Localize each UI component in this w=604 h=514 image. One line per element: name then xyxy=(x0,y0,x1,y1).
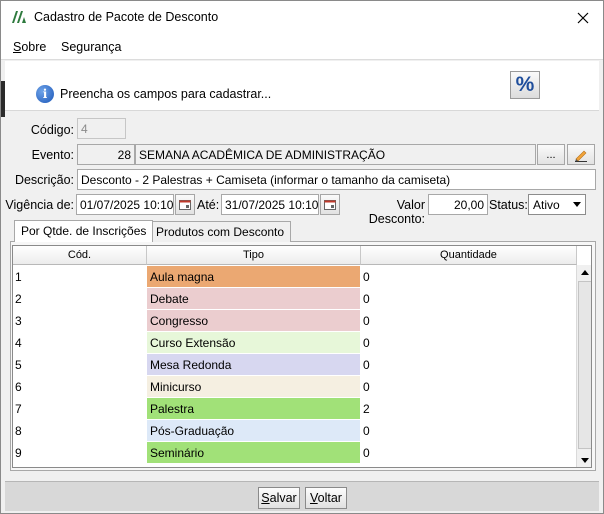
vigencia-ate-field[interactable]: 31/07/2025 10:10 xyxy=(221,194,319,215)
cell-quantidade[interactable]: 0 xyxy=(361,442,577,464)
column-header-quantidade[interactable]: Quantidade xyxy=(361,246,577,265)
evento-name-field[interactable]: SEMANA ACADÊMICA DE ADMINISTRAÇÃO xyxy=(135,144,536,165)
cell-tipo[interactable]: Aula magna xyxy=(147,266,360,288)
cell-tipo[interactable]: Debate xyxy=(147,288,360,310)
info-icon: i xyxy=(36,85,54,103)
table-row[interactable]: 1 Aula magna 0 xyxy=(13,266,577,288)
status-select[interactable]: Ativo xyxy=(528,194,586,215)
cell-quantidade[interactable]: 0 xyxy=(361,420,577,442)
cell-tipo[interactable]: Pós-Graduação xyxy=(147,420,360,442)
cell-cod[interactable]: 9 xyxy=(13,442,147,464)
evento-edit-button[interactable] xyxy=(567,144,595,165)
voltar-button[interactable]: Voltar xyxy=(305,487,347,509)
calendar-icon xyxy=(179,199,191,210)
table-row[interactable]: 4 Curso Extensão 0 xyxy=(13,332,577,354)
cell-quantidade[interactable]: 2 xyxy=(361,398,577,420)
table-row[interactable]: 2 Debate 0 xyxy=(13,288,577,310)
cell-tipo[interactable]: Seminário xyxy=(147,442,360,464)
vigencia-de-field[interactable]: 01/07/2025 10:10 xyxy=(76,194,174,215)
grid-header: Cód. Tipo Quantidade xyxy=(13,246,577,265)
percent-icon: % xyxy=(515,73,535,96)
salvar-button[interactable]: Salvar xyxy=(258,487,300,509)
window-title: Cadastro de Pacote de Desconto xyxy=(34,10,219,24)
tab-por-qtde-inscricoes[interactable]: Por Qtde. de Inscrições xyxy=(14,220,154,242)
scroll-down-button[interactable] xyxy=(577,453,591,467)
cell-quantidade[interactable]: 0 xyxy=(361,288,577,310)
ellipsis-icon: ... xyxy=(546,148,556,161)
vigencia-ate-calendar-button[interactable] xyxy=(320,194,340,215)
pencil-icon xyxy=(575,150,587,162)
chevron-down-icon xyxy=(573,202,581,207)
salvar-mnemonic: S xyxy=(261,491,270,505)
menu-sobre-label: obre xyxy=(21,40,47,54)
table-row[interactable]: 8 Pós-Graduação 0 xyxy=(13,420,577,442)
table-row[interactable]: 6 Minicurso 0 xyxy=(13,376,577,398)
scroll-up-button[interactable] xyxy=(577,265,591,280)
descricao-label: Descrição: xyxy=(14,173,74,187)
cell-cod[interactable]: 5 xyxy=(13,354,147,376)
title-bar: Cadastro de Pacote de Desconto xyxy=(1,1,603,34)
cell-tipo[interactable]: Curso Extensão xyxy=(147,332,360,354)
banner-message: Preencha os campos para cadastrar... xyxy=(60,87,272,101)
codigo-field[interactable]: 4 xyxy=(77,118,126,139)
cell-quantidade[interactable]: 0 xyxy=(361,266,577,288)
cell-cod[interactable]: 3 xyxy=(13,310,147,332)
footer-bar: Salvar Voltar xyxy=(5,481,599,511)
menu-seguranca-label: Segurança xyxy=(61,40,122,54)
vigencia-de-calendar-button[interactable] xyxy=(175,194,195,215)
voltar-mnemonic: V xyxy=(310,491,318,505)
salvar-label: alvar xyxy=(269,491,297,505)
cell-quantidade[interactable]: 0 xyxy=(361,310,577,332)
inscricoes-grid[interactable]: Cód. Tipo Quantidade 1 Aula magna 0 2 Debate… xyxy=(12,245,592,468)
close-icon xyxy=(577,12,589,23)
column-header-cod[interactable]: Cód. xyxy=(13,246,147,265)
menu-bar: Sobre Segurança xyxy=(1,34,603,60)
dialog-window: Cadastro de Pacote de Desconto Sobre Seg… xyxy=(0,0,604,514)
info-banner: i Preencha os campos para cadastrar... % xyxy=(5,61,599,111)
table-row[interactable]: 3 Congresso 0 xyxy=(13,310,577,332)
vertical-scrollbar[interactable] xyxy=(576,265,591,467)
arrow-down-icon xyxy=(581,458,589,463)
app-logo-icon xyxy=(12,11,26,23)
cell-cod[interactable]: 7 xyxy=(13,398,147,420)
arrow-up-icon xyxy=(581,270,589,275)
table-row[interactable]: 5 Mesa Redonda 0 xyxy=(13,354,577,376)
cell-cod[interactable]: 1 xyxy=(13,266,147,288)
cell-cod[interactable]: 4 xyxy=(13,332,147,354)
valor-desconto-label: Valor Desconto: xyxy=(368,198,425,226)
cell-cod[interactable]: 8 xyxy=(13,420,147,442)
evento-browse-button[interactable]: ... xyxy=(537,144,565,165)
descricao-field[interactable]: Desconto - 2 Palestras + Camiseta (infor… xyxy=(77,169,596,190)
cell-cod[interactable]: 6 xyxy=(13,376,147,398)
cell-tipo[interactable]: Congresso xyxy=(147,310,360,332)
status-label: Status: xyxy=(489,198,528,212)
calendar-icon xyxy=(324,199,336,210)
vigencia-label: Vigência de: xyxy=(5,198,74,212)
cell-tipo[interactable]: Palestra xyxy=(147,398,360,420)
scroll-thumb[interactable] xyxy=(578,281,591,449)
tab-produtos-com-desconto[interactable]: Produtos com Desconto xyxy=(149,221,292,242)
cell-tipo[interactable]: Mesa Redonda xyxy=(147,354,360,376)
cell-quantidade[interactable]: 0 xyxy=(361,354,577,376)
status-value: Ativo xyxy=(533,198,560,212)
cell-quantidade[interactable]: 0 xyxy=(361,376,577,398)
ate-label: Até: xyxy=(197,198,220,212)
cell-tipo[interactable]: Minicurso xyxy=(147,376,360,398)
close-button[interactable] xyxy=(563,1,603,34)
voltar-label: oltar xyxy=(317,491,342,505)
menu-sobre[interactable]: Sobre xyxy=(13,40,46,54)
percent-button[interactable]: % xyxy=(510,71,540,99)
valor-desconto-field[interactable]: 20,00 xyxy=(428,194,488,215)
cell-cod[interactable]: 2 xyxy=(13,288,147,310)
table-row[interactable]: 9 Seminário 0 xyxy=(13,442,577,464)
evento-label: Evento: xyxy=(31,148,74,162)
evento-id-field[interactable]: 28 xyxy=(77,144,135,165)
table-row[interactable]: 7 Palestra 2 xyxy=(13,398,577,420)
menu-seguranca[interactable]: Segurança xyxy=(61,40,121,54)
column-header-tipo[interactable]: Tipo xyxy=(147,246,361,265)
codigo-label: Código: xyxy=(30,123,74,137)
cell-quantidade[interactable]: 0 xyxy=(361,332,577,354)
